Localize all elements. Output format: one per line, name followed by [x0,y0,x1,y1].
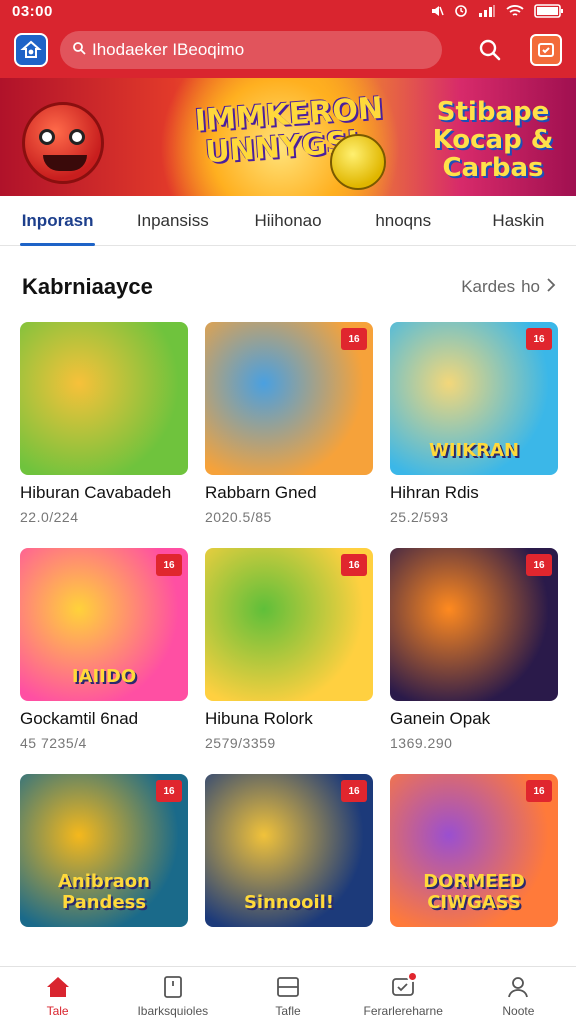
nav-item-bookmarks[interactable]: Ibarksquioles [115,967,230,1024]
nav-item-list[interactable]: Tafle [230,967,345,1024]
game-card[interactable]: 16 Rabbarn Gned 2020.5/85 [205,322,373,548]
nav-label: Tale [46,1003,69,1018]
category-tabs: Inporasn Inpansiss Hiihonao hnoqns Haski… [0,196,576,246]
mute-icon [430,4,444,18]
game-card[interactable]: Hiburan Cavabadeh 22.0/224 [20,322,188,548]
game-thumbnail[interactable]: 16 [205,548,373,701]
age-badge: 16 [341,554,367,576]
thumbnail-caption: DORMEED CIWGASS [423,871,525,913]
nav-label: Tafle [275,1003,301,1018]
top-bar: Ihodaeker IBeoqimo [0,22,576,78]
game-name: Hibuna Rolork [205,709,313,728]
status-bar: 03:00 [0,0,576,22]
game-name: Gockamtil 6nad [20,709,139,728]
message-icon [390,970,419,1000]
search-button[interactable] [476,36,504,64]
game-name: Rabbarn Gned [205,483,317,502]
game-stat: 1369.290 [390,735,453,751]
promo-banner[interactable]: IMMKERON UNNYGSI Stibape Kocap & Carbas [0,78,576,196]
age-badge: 16 [156,780,182,802]
list-icon [275,974,301,1000]
age-badge: 16 [526,554,552,576]
search-lead-icon [72,41,86,60]
game-stat: 2579/3359 [205,735,276,751]
app-logo-icon[interactable] [14,33,48,67]
nav-item-profile[interactable]: Noote [461,967,576,1024]
nav-label: Ferarlereharne [363,1003,443,1018]
age-badge: 16 [341,328,367,350]
nav-item-messages[interactable]: Ferarlereharne [346,967,461,1024]
top-actions [476,34,562,66]
age-badge: 16 [156,554,182,576]
tab-0[interactable]: Inporasn [0,196,115,246]
game-thumbnail[interactable]: 16 DORMEED CIWGASS [390,774,558,927]
game-stat: 22.0/224 [20,509,79,525]
chevron-right-icon [546,277,556,297]
game-stat: 25.2/593 [390,509,449,525]
game-name: Hihran Rdis [390,483,479,502]
game-thumbnail[interactable]: 16 [205,322,373,475]
profile-icon [505,974,531,1000]
search-input[interactable]: Ihodaeker IBeoqimo [60,31,442,69]
section-title: Kabrniaayce [22,274,153,299]
status-time: 03:00 [12,2,53,20]
bottom-nav: Tale Ibarksquioles Tafle Ferarlereharne … [0,966,576,1024]
notification-dot [407,970,419,982]
signal-icon [478,4,496,18]
game-thumbnail[interactable]: 16 WIIKRAN [390,322,558,475]
see-more-label: Kardes [461,277,516,296]
game-name: Ganein Opak [390,709,491,728]
home-icon [45,974,71,1000]
alarm-icon [454,4,468,18]
tab-3[interactable]: hnoqns [346,196,461,246]
game-thumbnail[interactable]: 16 Anibraon Pandess [20,774,188,927]
notification-button[interactable] [530,34,562,66]
thumbnail-caption: WIIKRAN [428,440,520,461]
banner-side-title: Stibape Kocap & Carbas [432,97,554,183]
game-thumbnail[interactable]: 16 IAIIDO [20,548,188,701]
thumbnail-caption: Sinnooil! [243,892,335,913]
game-card[interactable]: 16 IAIIDO Gockamtil 6nad 45 7235/4 [20,548,188,774]
game-thumbnail[interactable]: 16 [390,548,558,701]
see-more-suffix: ho [521,277,540,296]
game-thumbnail[interactable]: 16 Sinnooil! [205,774,373,927]
thumbnail-caption: IAIIDO [71,666,137,687]
age-badge: 16 [526,328,552,350]
section-header: Kabrniaayce Kardes ho [22,270,556,304]
age-badge: 16 [341,780,367,802]
game-stat: 2020.5/85 [205,509,272,525]
game-stat: 45 7235/4 [20,735,87,751]
nav-label: Ibarksquioles [137,1003,209,1018]
game-card[interactable]: 16 Ganein Opak 1369.290 [390,548,558,774]
search-text: Ihodaeker IBeoqimo [92,40,245,59]
bookmark-icon [160,974,186,1000]
nav-item-home[interactable]: Tale [0,967,115,1024]
game-grid: Hiburan Cavabadeh 22.0/224 16 Rabbarn Gn… [20,322,558,1000]
tab-4[interactable]: Haskin [461,196,576,246]
wifi-icon [506,4,524,18]
tab-1[interactable]: Inpansiss [115,196,230,246]
game-card[interactable]: 16 Hibuna Rolork 2579/3359 [205,548,373,774]
game-name: Hiburan Cavabadeh [20,483,172,502]
banner-mascot-right [330,134,386,190]
thumbnail-caption: Anibraon Pandess [57,871,150,913]
game-card[interactable]: 16 WIIKRAN Hihran Rdis 25.2/593 [390,322,558,548]
age-badge: 16 [526,780,552,802]
battery-icon [534,4,564,18]
nav-label: Noote [502,1003,535,1018]
status-icons [430,4,564,18]
banner-mascot-left [22,102,104,184]
see-more-link[interactable]: Kardes ho [461,277,556,297]
tab-2[interactable]: Hiihonao [230,196,345,246]
game-thumbnail[interactable] [20,322,188,475]
